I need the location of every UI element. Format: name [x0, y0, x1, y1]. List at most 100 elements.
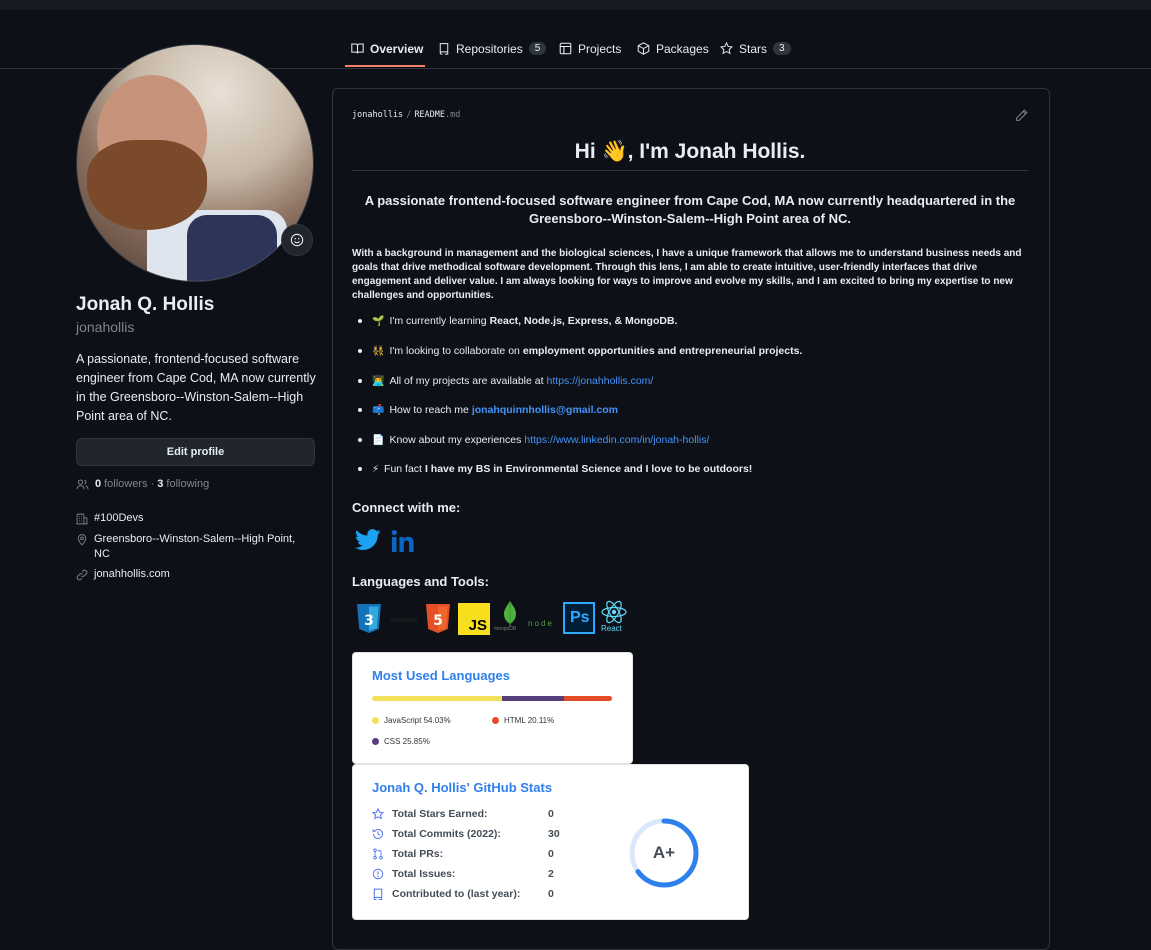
readme-file-name[interactable]: README [414, 110, 445, 120]
organization-text: #100Devs [94, 512, 144, 524]
mongodb-icon: mongoDB [494, 600, 526, 636]
twitter-icon [355, 529, 381, 550]
mailbox-icon: 📫 [372, 404, 385, 416]
list-item: ⚡ Fun fact I have my BS in Environmental… [358, 463, 752, 475]
package-icon [637, 42, 650, 55]
divider [352, 170, 1028, 171]
website-link[interactable]: jonahhollis.com [94, 568, 170, 580]
set-status-button[interactable] [281, 224, 313, 256]
active-tab-indicator [345, 65, 425, 67]
following-count[interactable]: 3 [157, 478, 163, 490]
followers-count[interactable]: 0 [95, 478, 101, 490]
linkedin-icon [391, 530, 414, 552]
html5-icon: 5 [424, 603, 452, 635]
stat-row: Total Stars Earned: [372, 808, 488, 820]
javascript-icon: JS [458, 603, 490, 635]
tab-packages[interactable]: Packages [637, 30, 709, 67]
book-icon [351, 43, 364, 54]
profile-location: Greensboro--Winston-Salem--High Point, N… [76, 532, 316, 562]
tab-label: Repositories [456, 41, 523, 56]
pencil-icon [1016, 109, 1028, 121]
stat-value: 0 [548, 888, 554, 900]
language-bar-segment [501, 696, 564, 701]
list-item: 👯 I'm looking to collaborate on employme… [358, 345, 802, 357]
edit-readme-button[interactable] [1015, 109, 1028, 127]
repo-count-badge: 5 [528, 42, 547, 55]
svg-text:3: 3 [364, 613, 374, 629]
issue-icon [372, 868, 384, 880]
repo-icon [373, 888, 383, 900]
express-icon: express [390, 612, 418, 626]
following-link[interactable]: following [166, 478, 209, 490]
legend-item: JavaScript 54.03% [372, 716, 451, 725]
card-title: Most Used Languages [372, 668, 510, 683]
tab-projects[interactable]: Projects [559, 30, 621, 67]
linkedin-link[interactable] [390, 529, 416, 558]
stat-value: 0 [548, 848, 554, 860]
follow-stats: 0 followers · 3 following [76, 478, 209, 490]
avatar[interactable] [76, 44, 314, 282]
pull-request-icon [373, 848, 383, 860]
tab-overview[interactable]: Overview [351, 30, 423, 67]
readme-path: jonahollis / README.md [352, 110, 461, 120]
profile-name: Jonah Q. Hollis [76, 294, 215, 315]
profile-website[interactable]: jonahhollis.com [76, 568, 170, 581]
history-icon [372, 829, 383, 839]
rank-grade: A+ [652, 843, 676, 862]
top-header-strip [0, 0, 1151, 10]
stat-row: Contributed to (last year): [372, 888, 520, 900]
lightning-icon: ⚡ [372, 463, 380, 475]
tab-label: Overview [370, 41, 424, 56]
location-icon [77, 534, 87, 546]
readme-paragraph: With a background in management and the … [352, 248, 1022, 301]
technologist-icon: 👨‍💻 [372, 375, 385, 387]
document-icon: 📄 [372, 434, 385, 446]
tab-repositories[interactable]: Repositories 5 [438, 30, 547, 67]
stat-row: Total PRs: [372, 848, 443, 860]
organization-icon [76, 513, 88, 525]
photoshop-icon: Ps [563, 602, 595, 634]
legend-swatch [492, 717, 499, 724]
tab-label: Stars [739, 41, 768, 56]
svg-text:express: express [390, 616, 417, 624]
table-icon [559, 42, 572, 55]
react-icon: React [600, 600, 628, 636]
profile-bio: A passionate, frontend-focused software … [76, 352, 316, 423]
top-languages-card: Most Used Languages JavaScript 54.03% HT… [352, 652, 633, 764]
edit-profile-button[interactable]: Edit profile [76, 438, 315, 466]
stat-value: 0 [548, 808, 554, 820]
people-holding-hands-icon: 👯 [372, 345, 385, 357]
github-stats-card: Jonah Q. Hollis' GitHub Stats Total Star… [352, 764, 749, 920]
legend-item: HTML 20.11% [492, 716, 554, 725]
linkedin-link[interactable]: https://www.linkedin.com/in/jonah-hollis… [524, 434, 709, 446]
readme-file-ext: .md [445, 110, 461, 120]
card-title: Jonah Q. Hollis' GitHub Stats [372, 780, 553, 795]
list-item: 📄 Know about my experiences https://www.… [358, 434, 709, 446]
language-bar-segment [372, 696, 502, 701]
location-text: Greensboro--Winston-Salem--High Point, N… [94, 533, 296, 560]
connect-heading: Connect with me: [352, 500, 461, 515]
language-bar-segment [563, 696, 612, 701]
list-item: 🌱 I'm currently learning React, Node.js,… [358, 315, 677, 327]
portfolio-link[interactable]: https://jonahhollis.com/ [547, 375, 654, 387]
stat-value: 2 [548, 868, 554, 880]
stars-count-badge: 3 [773, 42, 791, 55]
twitter-link[interactable] [355, 529, 381, 556]
readme-greeting: Hi 👋, I'm Jonah Hollis. [574, 140, 806, 163]
css3-icon: 3 [354, 603, 384, 635]
tab-stars[interactable]: Stars 3 [720, 30, 791, 67]
readme-owner-link[interactable]: jonahollis [352, 110, 403, 120]
stat-value: 30 [548, 828, 560, 840]
legend-swatch [372, 717, 379, 724]
language-bar [372, 696, 612, 701]
tab-label: Packages [656, 41, 709, 56]
link-icon [76, 569, 88, 581]
legend-swatch [372, 738, 379, 745]
followers-link[interactable]: followers [104, 478, 147, 490]
email-link[interactable]: jonahquinnhollis@gmail.com [472, 404, 618, 416]
smiley-icon [290, 233, 304, 247]
legend-item: CSS 25.85% [372, 737, 430, 746]
star-icon [720, 42, 733, 55]
star-icon [372, 808, 384, 820]
profile-organization: #100Devs [76, 512, 144, 525]
